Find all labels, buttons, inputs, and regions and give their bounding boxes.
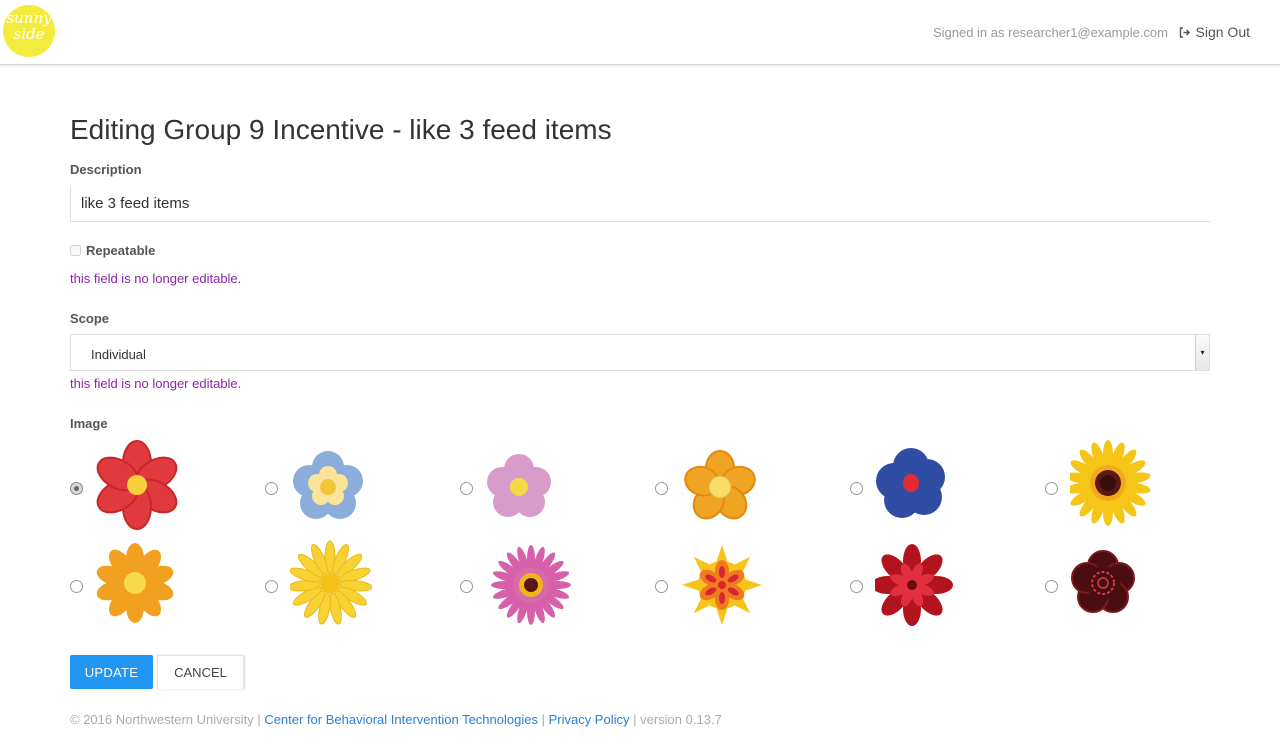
image-option-blue-flower[interactable] <box>265 440 460 536</box>
repeatable-field: Repeatable <box>70 243 155 258</box>
repeatable-label: Repeatable <box>86 243 156 258</box>
scope-selected-value: Individual <box>91 347 146 362</box>
image-radio[interactable] <box>265 580 278 593</box>
repeatable-checkbox[interactable] <box>70 245 81 256</box>
sunnyside-logo[interactable]: sunny side <box>3 5 55 57</box>
logo-text: sunny side <box>6 9 52 43</box>
image-radio[interactable] <box>655 580 668 593</box>
privacy-policy-link[interactable]: Privacy Policy <box>549 712 630 727</box>
image-label: Image <box>70 416 108 431</box>
sign-out-link[interactable]: Sign Out <box>1179 24 1250 40</box>
image-option-dark-red-flower[interactable] <box>1045 538 1240 634</box>
yellow-red-flower-icon <box>682 545 762 625</box>
edit-form: Editing Group 9 Incentive - like 3 feed … <box>70 110 1210 689</box>
navy-flower-icon <box>876 448 945 518</box>
image-radio[interactable] <box>265 482 278 495</box>
image-option-sunflower[interactable] <box>1045 440 1240 536</box>
yellow-daisy-icon <box>290 540 373 625</box>
cancel-button[interactable]: CANCEL <box>157 655 244 689</box>
page-title: Editing Group 9 Incentive - like 3 feed … <box>70 114 612 145</box>
orange-flower-icon <box>684 450 756 520</box>
description-label: Description <box>70 162 142 177</box>
image-option-navy-flower[interactable] <box>850 440 1045 536</box>
sunflower-icon <box>1070 440 1151 526</box>
image-radio[interactable] <box>655 482 668 495</box>
sign-out-label: Sign Out <box>1195 24 1250 40</box>
footer: © 2016 Northwestern University | Center … <box>70 712 722 727</box>
image-radio[interactable] <box>1045 482 1058 495</box>
image-radio[interactable] <box>1045 580 1058 593</box>
footer-copyright: © 2016 Northwestern University | <box>70 712 265 727</box>
image-option-yellow-red-flower[interactable] <box>655 538 850 634</box>
image-radio[interactable] <box>460 482 473 495</box>
scope-select[interactable]: Individual ▾ <box>70 334 1210 371</box>
image-radio[interactable] <box>70 580 83 593</box>
image-radio[interactable] <box>460 580 473 593</box>
pink-daisy-icon <box>491 545 571 625</box>
scope-note: this field is no longer editable. <box>70 376 242 391</box>
image-radio[interactable] <box>850 580 863 593</box>
navbar: sunny side Signed in as researcher1@exam… <box>0 0 1280 65</box>
footer-separator: | <box>537 712 549 727</box>
dark-red-flower-icon <box>1071 550 1135 613</box>
image-radio[interactable] <box>850 482 863 495</box>
image-option-red-flower[interactable] <box>70 440 265 536</box>
description-input[interactable] <box>70 185 1210 222</box>
dropdown-arrow-icon: ▾ <box>1195 335 1209 370</box>
image-option-crimson-flower[interactable] <box>850 538 1045 634</box>
signed-in-text: Signed in as researcher1@example.com <box>932 25 1168 40</box>
update-button[interactable]: UPDATE <box>70 655 153 689</box>
blue-flower-icon <box>293 451 363 519</box>
image-option-pink-daisy[interactable] <box>460 538 655 634</box>
image-option-pink-flower[interactable] <box>460 440 655 536</box>
red-flower-icon <box>96 440 178 530</box>
image-option-yellow-daisy[interactable] <box>265 538 460 634</box>
pink-flower-icon <box>487 454 551 517</box>
scope-label: Scope <box>70 311 110 326</box>
orange-daisy-icon <box>96 543 174 623</box>
footer-version: | version 0.13.7 <box>629 712 722 727</box>
repeatable-note: this field is no longer editable. <box>70 271 242 286</box>
image-option-orange-daisy[interactable] <box>70 538 265 634</box>
crimson-flower-icon <box>875 544 953 626</box>
sign-out-icon <box>1179 26 1190 38</box>
image-option-orange-flower[interactable] <box>655 440 850 536</box>
image-radio[interactable] <box>70 482 83 495</box>
cbit-link[interactable]: Center for Behavioral Intervention Techn… <box>264 712 538 727</box>
